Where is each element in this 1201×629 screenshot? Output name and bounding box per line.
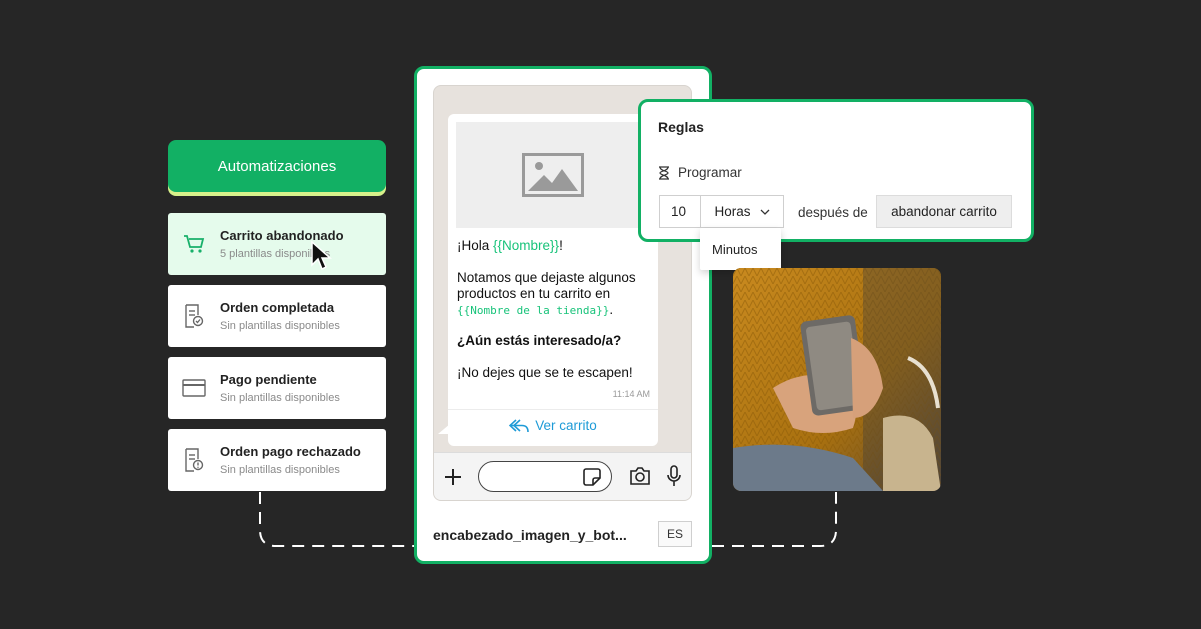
- hourglass-icon: [659, 165, 669, 180]
- schedule-row: Programar: [658, 165, 742, 180]
- unit-select[interactable]: Horas: [700, 195, 784, 228]
- sticker-icon[interactable]: [583, 468, 601, 486]
- store-variable: {{Nombre de la tienda}}: [457, 304, 610, 317]
- cursor-pointer-icon: [311, 240, 332, 271]
- automation-item-orden-completada[interactable]: Orden completada Sin plantillas disponib…: [168, 285, 386, 347]
- unit-dropdown-option-minutos[interactable]: Minutos: [700, 228, 781, 270]
- chat-input-bar: [434, 452, 691, 500]
- language-badge[interactable]: ES: [658, 521, 692, 547]
- receipt-check-icon: [168, 304, 220, 328]
- automation-item-title: Pago pendiente: [220, 372, 317, 387]
- automation-item-orden-pago-rechazado[interactable]: Orden pago rechazado Sin plantillas disp…: [168, 429, 386, 491]
- unit-value: Horas: [714, 204, 751, 219]
- name-variable: {{Nombre}}: [493, 238, 560, 253]
- template-name: encabezado_imagen_y_bot...: [433, 527, 627, 543]
- greeting-prefix: ¡Hola: [457, 238, 494, 253]
- automations-header[interactable]: Automatizaciones: [168, 140, 386, 192]
- automation-item-subtitle: Sin plantillas disponibles: [220, 392, 340, 404]
- header-image-placeholder: [456, 122, 650, 228]
- camera-icon[interactable]: [629, 466, 651, 486]
- automation-item-title: Orden completada: [220, 300, 335, 315]
- chevron-down-icon: [760, 209, 769, 215]
- image-icon: [522, 153, 584, 197]
- cta-label: Ver carrito: [535, 418, 597, 433]
- reply-icon: [509, 418, 530, 432]
- question-line: ¿Aún estás interesado/a?: [457, 333, 622, 348]
- greeting-suffix: !: [559, 238, 563, 253]
- bubble-divider: [448, 409, 658, 410]
- greeting-line: ¡Hola {{Nombre}}!: [457, 238, 657, 254]
- plus-icon[interactable]: [443, 467, 463, 487]
- body-text: Notamos que dejaste algunos productos en…: [457, 270, 636, 301]
- automation-item-pago-pendiente[interactable]: Pago pendiente Sin plantillas disponible…: [168, 357, 386, 419]
- body-paragraph: Notamos que dejaste algunos productos en…: [457, 270, 657, 319]
- automation-item-subtitle: Sin plantillas disponibles: [220, 464, 340, 476]
- rules-card: Reglas Programar 10 Horas después de aba…: [638, 99, 1034, 242]
- message-input[interactable]: [478, 461, 612, 492]
- rules-title: Reglas: [658, 119, 704, 135]
- message-bubble: ¡Hola {{Nombre}}! Notamos que dejaste al…: [448, 114, 658, 446]
- closing-line: ¡No dejes que se te escapen!: [457, 365, 633, 380]
- person-with-phone-photo: [733, 268, 941, 491]
- store-suffix: .: [609, 302, 614, 317]
- automation-item-carrito-abandonado[interactable]: Carrito abandonado 5 plantillas disponib…: [168, 213, 386, 275]
- automation-item-subtitle: Sin plantillas disponibles: [220, 320, 340, 332]
- schedule-label: Programar: [678, 165, 742, 180]
- receipt-alert-icon: [168, 448, 220, 472]
- photo-illustration: [733, 268, 941, 491]
- stage: Automatizaciones Carrito abandonado 5 pl…: [0, 0, 1201, 629]
- event-field[interactable]: abandonar carrito: [876, 195, 1012, 228]
- amount-input[interactable]: 10: [659, 195, 703, 228]
- message-timestamp: 11:14 AM: [612, 389, 650, 399]
- after-label: después de: [798, 205, 868, 220]
- card-icon: [168, 379, 220, 397]
- cart-icon: [168, 234, 220, 254]
- ver-carrito-button[interactable]: Ver carrito: [448, 418, 658, 433]
- microphone-icon[interactable]: [666, 465, 682, 487]
- automation-item-title: Orden pago rechazado: [220, 444, 361, 459]
